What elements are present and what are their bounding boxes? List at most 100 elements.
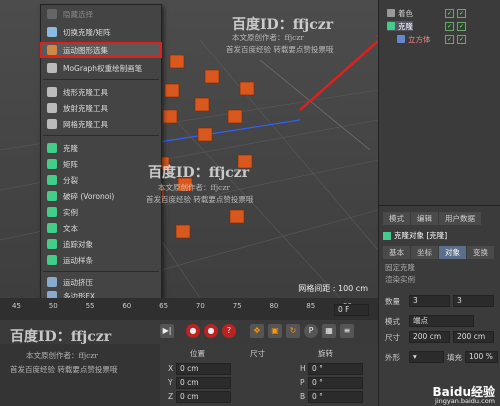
menu-mode[interactable]: 模式 <box>383 212 410 225</box>
goto-end-icon[interactable]: ▶| <box>160 324 174 338</box>
position-y-field[interactable]: 0 cm <box>176 377 231 389</box>
menu-item-label: 放射克隆工具 <box>63 103 108 113</box>
mograph-selection-icon <box>47 45 57 55</box>
menu-item-label: 破碎 (Voronoi) <box>63 191 115 201</box>
position-z-field[interactable]: 0 cm <box>176 391 231 403</box>
size-x-field[interactable]: 200 cm <box>409 331 450 343</box>
option-fixed-clone[interactable]: 固定克隆 <box>385 262 415 273</box>
object-name: 着色 <box>398 8 413 18</box>
menu-item-label: 运动挤压 <box>63 277 93 287</box>
menu-item-linear-clone-tool[interactable]: 线形克隆工具 <box>41 85 161 99</box>
tracer-icon <box>47 239 57 249</box>
watermark-title: 百度ID：ffjczr <box>10 329 112 345</box>
menu-item-label: 线形克隆工具 <box>63 87 108 97</box>
shape-dropdown[interactable]: ▾ <box>409 351 444 363</box>
menu-item-grid-clone-tool[interactable]: 网格克隆工具 <box>41 117 161 131</box>
fill-label: 填充 <box>447 353 462 362</box>
toggle-clone-icon <box>47 27 57 37</box>
render-check[interactable]: ✓ <box>457 9 466 18</box>
timeline-ruler[interactable]: 45 50 55 60 65 70 75 80 85 90 0 F <box>0 298 378 320</box>
tab-transform[interactable]: 变换 <box>467 246 494 259</box>
menu-item-label: 追踪对象 <box>63 239 93 249</box>
size-label: 尺寸 <box>385 333 400 342</box>
count-y-field[interactable]: 3 <box>453 295 494 307</box>
grid-clone-icon <box>47 119 57 129</box>
watermark-line1: 本文原创作者：ffjczr <box>232 33 304 42</box>
menu-item-motion-spline[interactable]: 运动样条 <box>41 253 161 267</box>
render-check[interactable]: ✓ <box>457 35 466 44</box>
attributes-title: 克隆对象 [克隆] <box>383 230 447 241</box>
tick-label: 55 <box>85 302 95 310</box>
menu-icon[interactable]: ≡ <box>340 324 354 338</box>
tick-label: 50 <box>48 302 58 310</box>
voronoi-icon <box>47 191 57 201</box>
rotate-icon[interactable]: ↻ <box>286 324 300 338</box>
menu-item-fracture[interactable]: 分裂 <box>41 173 161 187</box>
weight-brush-icon <box>47 63 57 73</box>
move-icon[interactable]: ✥ <box>250 324 264 338</box>
menu-edit[interactable]: 编辑 <box>411 212 438 225</box>
cloner-icon <box>387 22 395 30</box>
shape-label: 外形 <box>385 353 400 362</box>
visibility-check[interactable]: ✓ <box>445 35 454 44</box>
grid-icon[interactable]: ▦ <box>322 324 336 338</box>
rotation-p-field[interactable]: 0 ° <box>308 377 363 389</box>
menu-item-text[interactable]: 文本 <box>41 221 161 235</box>
tab-object[interactable]: 对象 <box>439 246 466 259</box>
scale-icon[interactable]: ▣ <box>268 324 282 338</box>
watermark-title: 百度ID：ffjczr <box>232 17 334 33</box>
menu-item-instance[interactable]: 实例 <box>41 205 161 219</box>
mode-label: 模式 <box>385 317 400 326</box>
menu-item-mograph-selection[interactable]: 运动图形选集 <box>40 42 162 58</box>
menu-item-mograph-weight-brush[interactable]: MoGraph权重绘制画笔 <box>41 61 161 75</box>
instance-icon <box>47 207 57 217</box>
menu-item-label: 运动样条 <box>63 255 93 265</box>
autokey-icon[interactable]: ● <box>204 324 218 338</box>
panel-divider <box>379 205 500 206</box>
menu-item-matrix[interactable]: 矩阵 <box>41 157 161 171</box>
object-row-cloner[interactable]: 克隆 <box>387 21 413 31</box>
menu-item-hide-selection[interactable]: 隐藏选择 <box>41 7 161 21</box>
param-icon[interactable]: P <box>304 324 318 338</box>
tab-basic[interactable]: 基本 <box>383 246 410 259</box>
motion-spline-icon <box>47 255 57 265</box>
tab-coord[interactable]: 坐标 <box>411 246 438 259</box>
menu-user-data[interactable]: 用户数据 <box>439 212 481 225</box>
rotation-b-field[interactable]: 0 ° <box>308 391 363 403</box>
menu-item-label: 文本 <box>63 223 78 233</box>
menu-item-radial-clone-tool[interactable]: 放射克隆工具 <box>41 101 161 115</box>
size-y-field[interactable]: 200 cm <box>453 331 494 343</box>
position-x-field[interactable]: 0 cm <box>176 363 231 375</box>
object-row-cube[interactable]: 立方体 <box>397 34 431 44</box>
axis-h-label: H <box>300 364 306 373</box>
menu-item-label: 克隆 <box>63 143 78 153</box>
object-row-shading[interactable]: 着色 <box>387 8 413 18</box>
rotation-h-field[interactable]: 0 ° <box>308 363 363 375</box>
grid-spacing-label: 网格间距 : 100 cm <box>298 284 368 293</box>
menu-item-toggle-clone-matrix[interactable]: 切换克隆/矩阵 <box>41 25 161 39</box>
tick-label: 70 <box>195 302 205 310</box>
axis-z-label: Z <box>168 392 174 401</box>
menu-item-label: 运动图形选集 <box>63 45 108 55</box>
visibility-check[interactable]: ✓ <box>445 9 454 18</box>
watermark-line2: 首发百度经验 转载要点赞投票哦 <box>146 195 254 204</box>
hide-selection-icon <box>47 9 57 19</box>
visibility-check[interactable]: ✓ <box>445 22 454 31</box>
fill-field[interactable]: 100 % <box>465 351 498 363</box>
frame-field[interactable]: 0 F <box>334 304 369 316</box>
menu-item-label: 网格克隆工具 <box>63 119 108 129</box>
menu-item-tracer[interactable]: 追踪对象 <box>41 237 161 251</box>
keyframe-icon[interactable]: ? <box>222 324 236 338</box>
record-icon[interactable]: ● <box>186 324 200 338</box>
axis-b-label: B <box>300 392 306 401</box>
watermark-line1: 本文原创作者：ffjczr <box>158 183 230 192</box>
right-panel: 着色 克隆 立方体 ✓ ✓ ✓ ✓ ✓ ✓ 模式 编辑 用户数据 克隆对象 [克隆]… <box>378 0 500 406</box>
count-x-field[interactable]: 3 <box>409 295 450 307</box>
tick-label: 60 <box>122 302 132 310</box>
render-check[interactable]: ✓ <box>457 22 466 31</box>
menu-item-voronoi-fracture[interactable]: 破碎 (Voronoi) <box>41 189 161 203</box>
option-render-instance[interactable]: 渲染实例 <box>385 274 415 285</box>
mode-dropdown[interactable]: 端点 <box>409 315 474 327</box>
menu-item-motion-extrude[interactable]: 运动挤压 <box>41 275 161 289</box>
menu-item-cloner[interactable]: 克隆 <box>41 141 161 155</box>
